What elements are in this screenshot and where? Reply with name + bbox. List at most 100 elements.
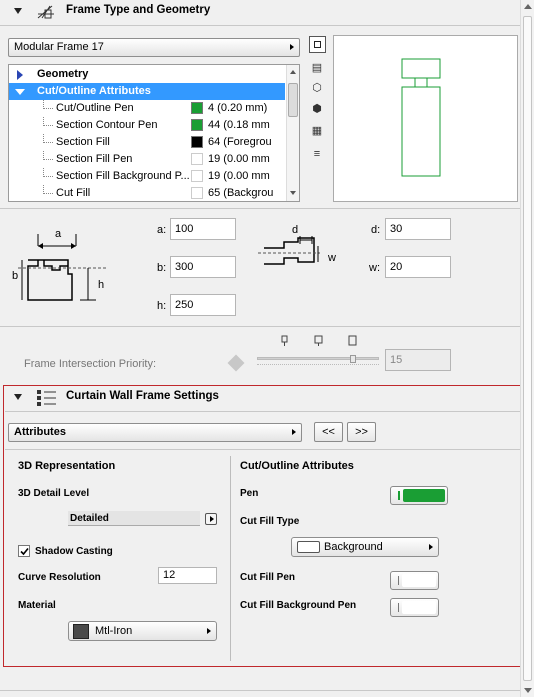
tree-item[interactable]: Section Fill Pen 19 (0.00 mm xyxy=(9,151,285,168)
param-h-input[interactable]: 250 xyxy=(170,294,236,316)
tree-item[interactable]: Section Fill 64 (Foregrou xyxy=(9,134,285,151)
detail-level-button[interactable] xyxy=(205,513,217,525)
material-select[interactable]: Mtl-Iron xyxy=(68,621,217,641)
collapse-triangle-icon[interactable] xyxy=(14,394,22,400)
settings-page-select[interactable]: Attributes xyxy=(8,423,302,442)
cut-fill-pen-button[interactable] xyxy=(390,571,439,590)
material-value: Mtl-Iron xyxy=(95,625,133,637)
scroll-thumb[interactable] xyxy=(523,16,532,681)
pen-picker-button[interactable] xyxy=(390,486,448,505)
previous-page-button[interactable]: << xyxy=(314,422,343,442)
window-scrollbar[interactable] xyxy=(520,0,534,697)
tree-item[interactable]: Cut Fill 65 (Backgrou xyxy=(9,185,285,201)
dim-label-h: h xyxy=(98,279,105,291)
cut-outline-heading: Cut/Outline Attributes xyxy=(240,460,354,472)
frame-section-diagram: a b h xyxy=(8,224,118,314)
3d-shaded-icon[interactable]: ⬢ xyxy=(310,102,324,116)
priority-slider[interactable] xyxy=(257,355,379,367)
cap-diagram: d w xyxy=(258,224,338,274)
pen-color-swatch xyxy=(191,153,203,165)
chevron-right-icon xyxy=(207,628,211,634)
tree-item-label: Cut Fill xyxy=(56,187,91,199)
divider xyxy=(0,690,520,691)
frame-icon xyxy=(36,4,56,20)
param-d-input[interactable]: 30 xyxy=(385,218,451,240)
slider-track xyxy=(257,357,379,360)
tree-item[interactable]: Section Contour Pen 44 (0.18 mm xyxy=(9,117,285,134)
priority-input[interactable]: 15 xyxy=(385,349,451,371)
divider xyxy=(5,449,521,450)
pen-color-swatch xyxy=(191,170,203,182)
list-icon[interactable]: ≡ xyxy=(310,147,324,161)
pen-color-swatch xyxy=(191,102,203,114)
param-w-input[interactable]: 20 xyxy=(385,256,451,278)
param-a-input[interactable]: 100 xyxy=(170,218,236,240)
settings-page-value: Attributes xyxy=(14,426,66,438)
cut-fill-type-value: Background xyxy=(324,541,383,553)
section-view-icon[interactable]: ▤ xyxy=(310,61,324,75)
dim-label-a: a xyxy=(55,228,62,240)
tree-item-geometry[interactable]: Geometry xyxy=(9,66,285,83)
cut-fill-type-select[interactable]: Background xyxy=(291,537,439,557)
divider xyxy=(5,411,521,412)
chevron-right-icon xyxy=(292,429,296,435)
tree-item-label: Section Fill Pen xyxy=(56,153,133,165)
scroll-up-arrow-icon[interactable] xyxy=(524,4,532,9)
expand-triangle-icon[interactable] xyxy=(17,70,23,80)
cut-fill-pen-label: Cut Fill Pen xyxy=(240,572,295,583)
column-divider xyxy=(230,456,231,661)
chevron-right-icon xyxy=(429,544,433,550)
param-b-input[interactable]: 300 xyxy=(170,256,236,278)
tree-scrollbar[interactable] xyxy=(286,65,299,201)
tree-connector xyxy=(43,134,53,143)
divider xyxy=(0,208,520,209)
param-h-label: h: xyxy=(157,300,167,312)
frame-type-value: Modular Frame 17 xyxy=(14,41,104,53)
next-page-button[interactable]: >> xyxy=(347,422,376,442)
curve-resolution-input[interactable]: 12 xyxy=(158,567,217,584)
scroll-down-arrow-icon[interactable] xyxy=(524,688,532,693)
param-b-label: b: xyxy=(157,262,167,274)
checkmark-icon xyxy=(20,547,29,556)
collapse-triangle-icon[interactable] xyxy=(15,89,25,95)
settings-tree[interactable]: Geometry Cut/Outline Attributes Cut/Outl… xyxy=(8,64,300,202)
tree-item[interactable]: Section Fill Background P... 19 (0.00 mm xyxy=(9,168,285,185)
frame-panel-title: Frame Type and Geometry xyxy=(66,4,211,16)
divider xyxy=(0,326,520,327)
dim-label-b: b xyxy=(12,270,19,282)
scroll-up-arrow-icon[interactable] xyxy=(290,70,296,74)
fill-swatch xyxy=(297,541,320,553)
shadow-casting-checkbox[interactable] xyxy=(18,545,30,557)
chevron-right-icon xyxy=(210,516,214,522)
tree-connector xyxy=(43,151,53,160)
curve-resolution-label: Curve Resolution xyxy=(18,572,101,583)
detail-level-select[interactable]: Detailed xyxy=(68,511,200,526)
material-label: Material xyxy=(18,600,56,611)
tree-item-label: Section Fill xyxy=(56,136,110,148)
3d-view-icon[interactable]: ⬡ xyxy=(310,81,324,95)
high-priority-icon xyxy=(348,335,358,347)
tree-connector xyxy=(43,117,53,126)
scroll-down-arrow-icon[interactable] xyxy=(290,191,296,195)
film-icon[interactable]: ▦ xyxy=(310,124,324,138)
chevron-right-icon xyxy=(290,44,294,50)
pen-marker xyxy=(398,576,399,585)
tree-item[interactable]: Cut/Outline Pen 4 (0.20 mm) xyxy=(9,100,285,117)
dim-label-d: d xyxy=(292,224,299,236)
detail-level-label: 3D Detail Level xyxy=(18,488,90,499)
low-priority-icon xyxy=(281,335,289,347)
collapse-triangle-icon[interactable] xyxy=(14,8,22,14)
pen-color-swatch xyxy=(191,119,203,131)
tree-item-value: 19 (0.00 mm xyxy=(208,153,270,165)
scroll-thumb[interactable] xyxy=(288,83,298,117)
pen-label: Pen xyxy=(240,488,259,499)
plan-view-button[interactable] xyxy=(309,36,326,53)
settings-panel-title: Curtain Wall Frame Settings xyxy=(66,390,219,402)
tree-item-cut-outline-attributes[interactable]: Cut/Outline Attributes xyxy=(9,83,285,100)
frame-type-select[interactable]: Modular Frame 17 xyxy=(8,38,300,57)
slider-thumb[interactable] xyxy=(350,355,356,363)
param-w-label: w: xyxy=(369,262,380,274)
cut-fill-bg-pen-button[interactable] xyxy=(390,598,439,617)
tree-item-label: Cut/Outline Attributes xyxy=(37,85,151,97)
cut-fill-type-label: Cut Fill Type xyxy=(240,516,300,527)
